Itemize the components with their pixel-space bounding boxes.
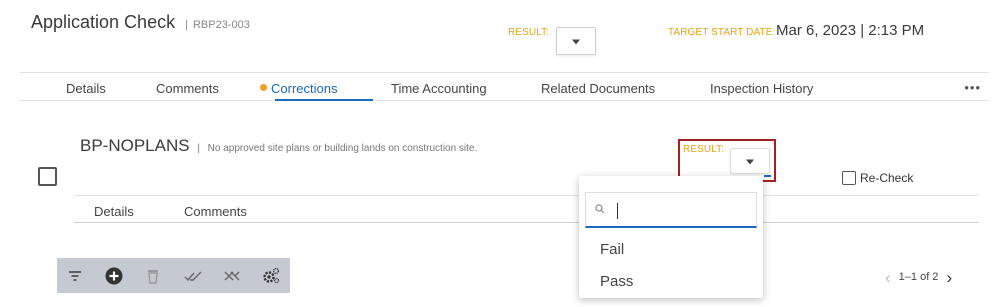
pagination-text: 1–1 of 2 [898,271,939,283]
target-start-date-label: TARGET START DATE: [668,27,776,38]
tab-details[interactable]: Details [66,81,106,96]
active-tab-indicator [275,99,373,101]
status-dot-icon [260,84,267,91]
recheck-option[interactable]: Re-Check [842,171,913,185]
chevron-right-icon[interactable]: › [946,268,952,287]
tab-comments[interactable]: Comments [156,81,219,96]
page-title-text: Application Check [31,12,176,32]
recheck-label: Re-Check [860,171,914,185]
chevron-down-icon [746,159,754,165]
dropdown-search-input[interactable] [612,201,752,219]
subtab-comments[interactable]: Comments [184,204,247,219]
dropdown-option-pass[interactable]: Pass [600,273,633,290]
subtab-details[interactable]: Details [94,204,134,219]
settings-gear-icon[interactable] [261,266,281,286]
pagination: ‹ 1–1 of 2 › [885,268,952,288]
page-title: Application Check | RBP23-003 [31,12,250,33]
recheck-checkbox[interactable] [842,171,856,185]
tab-corrections-label: Corrections [271,81,338,96]
dropdown-search[interactable] [585,192,757,228]
check-subtab-bar: Details Comments [74,195,979,223]
filter-icon[interactable] [65,266,85,286]
check-result-select[interactable] [730,148,770,174]
record-id: RBP23-003 [192,19,250,31]
check-result-label: RESULT: [683,144,725,155]
tab-related-documents[interactable]: Related Documents [541,81,655,96]
double-x-icon[interactable] [222,266,242,286]
text-cursor [617,203,618,219]
check-code: BP-NOPLANS [80,136,190,155]
tab-time-accounting[interactable]: Time Accounting [391,81,487,96]
tab-bar: Details Comments Corrections Time Accoun… [20,72,989,101]
search-icon [595,204,605,214]
more-options-icon[interactable]: ••• [964,80,981,95]
double-check-icon[interactable] [183,266,203,286]
focus-indicator [764,175,771,177]
result-select[interactable] [556,27,596,55]
title-separator: | [185,19,188,31]
action-toolbar [57,258,290,293]
tab-corrections[interactable]: Corrections [260,81,337,96]
check-item-checkbox[interactable] [38,167,57,186]
result-label: RESULT: [508,27,550,38]
result-dropdown-menu: Fail Pass [579,176,763,298]
target-start-date-value: Mar 6, 2023 | 2:13 PM [776,22,925,39]
chevron-left-icon[interactable]: ‹ [885,268,891,287]
check-description: No approved site plans or building lands… [207,143,478,154]
check-separator: | [197,143,200,154]
add-circle-icon[interactable] [104,266,124,286]
chevron-down-icon [572,39,580,45]
tab-inspection-history[interactable]: Inspection History [710,81,813,96]
check-item-title: BP-NOPLANS | No approved site plans or b… [80,136,477,156]
dropdown-option-fail[interactable]: Fail [600,241,624,258]
trash-icon[interactable] [143,266,163,286]
